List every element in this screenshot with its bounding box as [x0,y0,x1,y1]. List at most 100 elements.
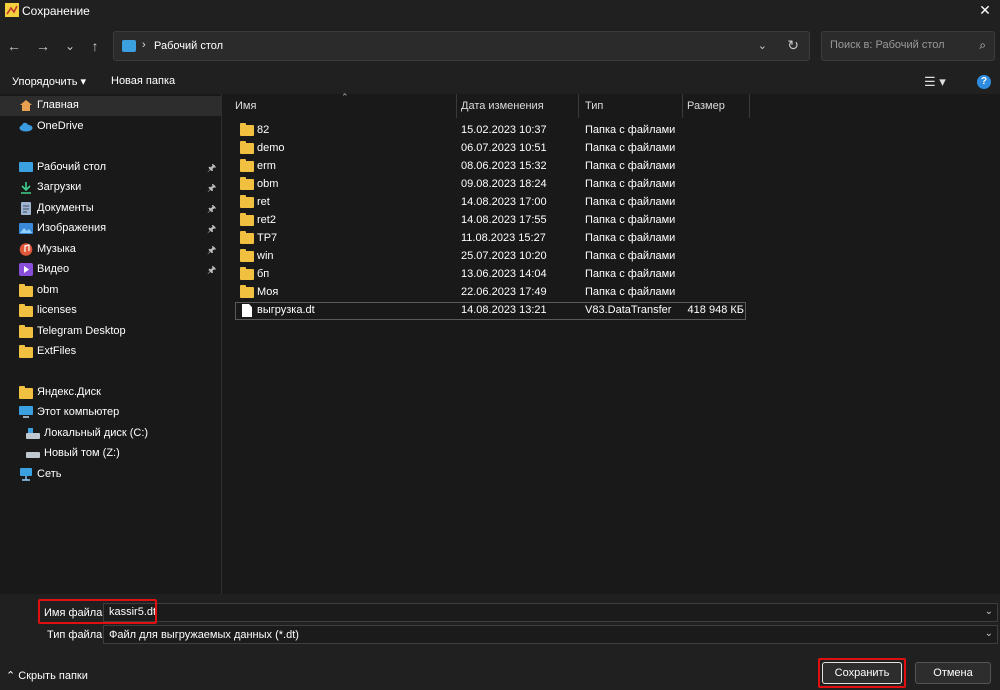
sidebar-item-downloads[interactable]: Загрузки 🖈 [0,178,221,198]
filetype-label: Тип файла: [47,629,106,641]
folder-icon [19,345,33,358]
sidebar-item-drive-c[interactable]: Локальный диск (C:) [0,424,221,444]
sidebar-item-home[interactable]: Главная [0,96,221,116]
breadcrumb-desktop[interactable]: Рабочий стол [154,40,223,52]
table-row[interactable]: erm 08.06.2023 15:32 Папка с файлами [235,158,746,176]
table-row[interactable]: TP7 11.08.2023 15:27 Папка с файлами [235,230,746,248]
filetype-select[interactable]: Файл для выгружаемых данных (*.dt) ⌄ [103,625,998,644]
search-input[interactable] [830,39,970,51]
table-row[interactable]: Моя 22.06.2023 17:49 Папка с файлами [235,284,746,302]
file-date: 22.06.2023 17:49 [461,286,547,298]
sidebar-item-this-pc[interactable]: Этот компьютер [0,403,221,423]
pin-icon[interactable]: 🖈 [207,202,216,219]
file-date: 08.06.2023 15:32 [461,160,547,172]
file-type: Папка с файлами [585,160,676,172]
table-row[interactable]: win 25.07.2023 10:20 Папка с файлами [235,248,746,266]
pin-icon[interactable]: 🖈 [207,243,216,260]
file-type: Папка с файлами [585,214,676,226]
file-name: 82 [257,124,270,136]
filename-highlight [38,599,157,624]
hide-folders-button[interactable]: ⌃ Скрыть папки [6,669,88,682]
folder-icon [19,325,33,338]
organize-button[interactable]: Упорядочить ▾ [12,75,86,88]
file-name: выгрузка.dt [257,304,315,316]
navigation-bar: ← → ⌄ ↑ › Рабочий стол ⌄ ↻ ⌕ [0,22,1000,70]
sidebar-item-network[interactable]: Сеть [0,465,221,485]
cloud-icon [19,122,33,132]
table-row[interactable]: obm 09.08.2023 18:24 Папка с файлами [235,176,746,194]
folder-icon [240,231,254,244]
file-list[interactable]: ⌃ Имя Дата изменения Тип Размер 82 15.02… [223,92,1000,594]
forward-button[interactable]: → [33,36,53,56]
sidebar-item-label: Сеть [37,468,62,480]
pin-icon[interactable]: 🖈 [207,222,216,239]
help-icon[interactable]: ? [977,75,991,89]
sidebar-item-pictures[interactable]: Изображения 🖈 [0,219,221,239]
file-date: 14.08.2023 17:55 [461,214,547,226]
sidebar-item-music[interactable]: Музыка 🖈 [0,240,221,260]
folder-icon [240,177,254,190]
folder-icon [240,213,254,226]
sidebar-item-yandex-disk[interactable]: Яндекс.Диск [0,383,221,403]
sidebar-item-drive-z[interactable]: Новый том (Z:) [0,444,221,464]
pictures-icon [19,223,33,234]
pin-icon[interactable]: 🖈 [207,161,216,178]
table-row[interactable]: 82 15.02.2023 10:37 Папка с файлами [235,122,746,140]
address-dropdown-icon[interactable]: ⌄ [758,39,767,52]
table-row[interactable]: бп 13.06.2023 14:04 Папка с файлами [235,266,746,284]
close-button[interactable]: ✕ [970,0,1000,22]
chevron-down-icon[interactable]: ⌄ [985,628,993,639]
view-options-icon[interactable]: ☰ ▾ [924,74,946,90]
file-name: ret [257,196,270,208]
sidebar-item-label: licenses [37,304,77,316]
filename-input[interactable] [109,606,909,618]
up-button[interactable]: ↑ [85,36,105,56]
sidebar-item-licenses[interactable]: licenses [0,301,221,321]
sidebar-item-extfiles[interactable]: ExtFiles [0,342,221,362]
folder-icon [19,386,33,399]
file-type: Папка с файлами [585,196,676,208]
sidebar-item-video[interactable]: Видео 🖈 [0,260,221,280]
file-date: 09.08.2023 18:24 [461,178,547,190]
sidebar-item-onedrive[interactable]: OneDrive [0,117,221,137]
file-name: win [257,250,274,262]
column-header-size[interactable]: Размер [687,94,750,118]
folder-icon [240,159,254,172]
breadcrumb-separator: › [142,39,146,51]
table-row[interactable]: выгрузка.dt 14.08.2023 13:21 V83.DataTra… [235,302,746,320]
folder-icon [240,267,254,280]
pin-icon[interactable]: 🖈 [207,263,216,280]
cancel-button[interactable]: Отмена [915,662,991,684]
sidebar-item-desktop[interactable]: Рабочий стол 🖈 [0,158,221,178]
file-date: 25.07.2023 10:20 [461,250,547,262]
file-date: 13.06.2023 14:04 [461,268,547,280]
refresh-icon[interactable]: ↻ [787,37,799,54]
column-header-date[interactable]: Дата изменения [461,94,579,118]
back-button[interactable]: ← [4,36,24,56]
address-bar[interactable]: › Рабочий стол ⌄ ↻ [113,31,810,61]
folder-icon [240,141,254,154]
table-row[interactable]: ret2 14.08.2023 17:55 Папка с файлами [235,212,746,230]
sidebar-item-label: Рабочий стол [37,161,107,173]
search-icon[interactable]: ⌕ [979,38,986,53]
column-header-type[interactable]: Тип [585,94,683,118]
file-name: erm [257,160,276,172]
pin-icon[interactable]: 🖈 [207,181,216,198]
filename-field[interactable]: ⌄ [103,603,998,622]
file-date: 14.08.2023 13:21 [461,304,547,316]
table-row[interactable]: demo 06.07.2023 10:51 Папка с файлами [235,140,746,158]
column-header-name[interactable]: Имя [235,94,457,118]
sidebar-item-obm[interactable]: obm [0,281,221,301]
video-icon [19,263,33,276]
chevron-down-icon[interactable]: ⌄ [985,606,993,617]
sidebar-item-telegram-desktop[interactable]: Telegram Desktop [0,322,221,342]
folder-icon [240,195,254,208]
new-folder-button[interactable]: Новая папка [111,75,175,87]
recent-locations-button[interactable]: ⌄ [60,36,80,56]
search-box[interactable]: ⌕ [821,31,995,61]
table-row[interactable]: ret 14.08.2023 17:00 Папка с файлами [235,194,746,212]
navigation-pane[interactable]: Главная OneDrive Рабочий стол 🖈 Загрузки… [0,94,222,594]
command-toolbar: Упорядочить ▾ Новая папка ☰ ▾ ? [0,70,1000,94]
computer-icon [19,406,33,418]
sidebar-item-documents[interactable]: Документы 🖈 [0,199,221,219]
